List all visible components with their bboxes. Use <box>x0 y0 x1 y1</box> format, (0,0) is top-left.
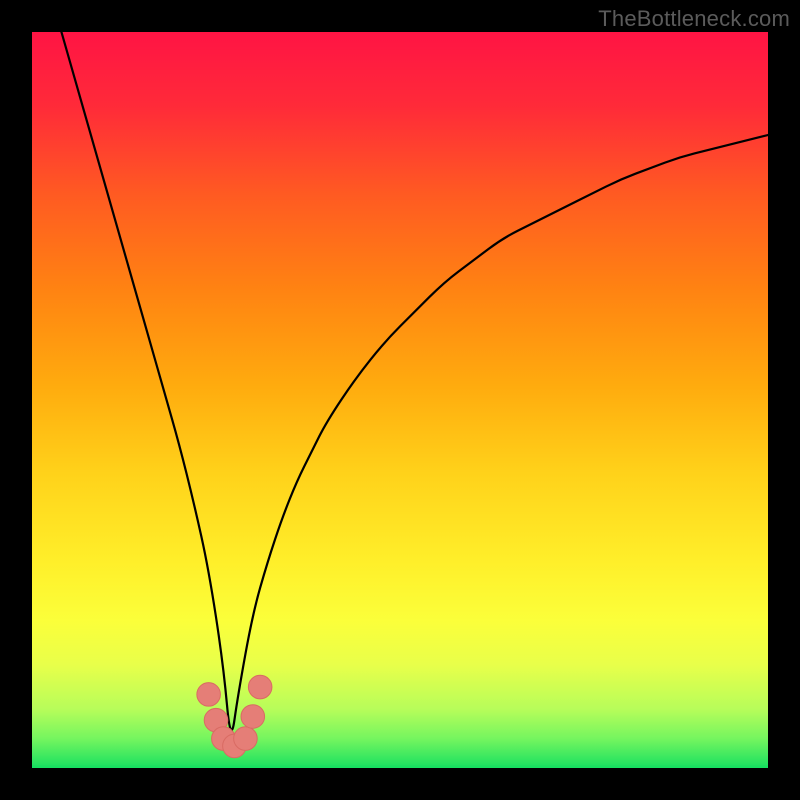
watermark-text: TheBottleneck.com <box>598 6 790 32</box>
chart-svg <box>32 32 768 768</box>
marker-dot <box>197 683 221 707</box>
marker-dot <box>248 675 272 699</box>
plot-area <box>32 32 768 768</box>
marker-dot <box>234 727 258 751</box>
gradient-background <box>32 32 768 768</box>
outer-frame: TheBottleneck.com <box>0 0 800 800</box>
marker-dot <box>241 705 265 729</box>
